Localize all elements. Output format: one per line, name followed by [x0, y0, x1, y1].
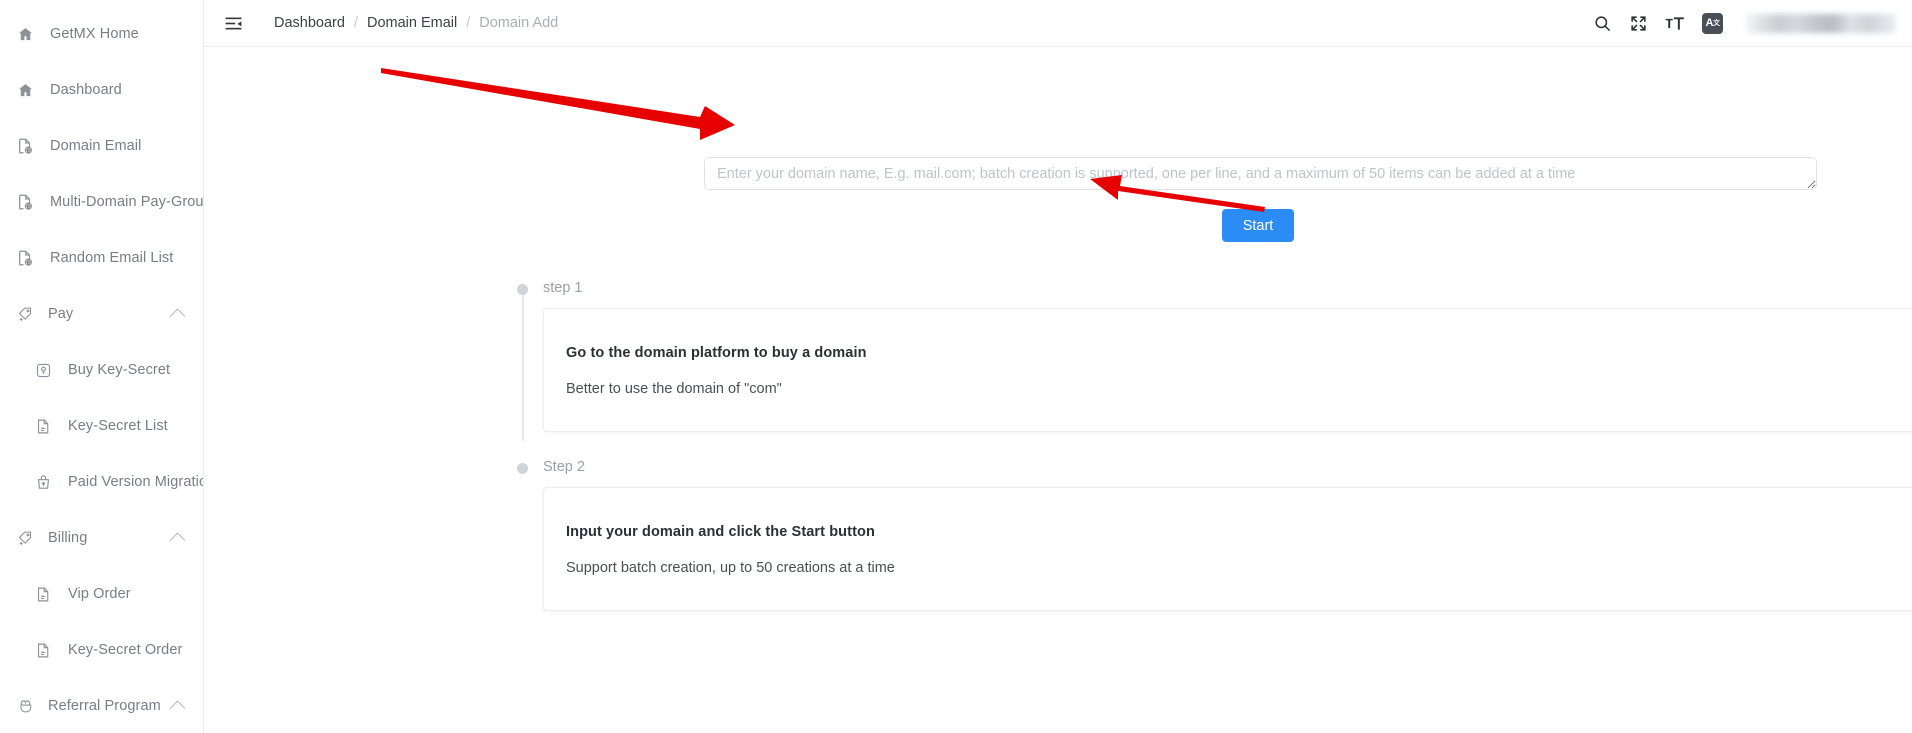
breadcrumb-separator: / [466, 15, 471, 31]
sidebar-item-label: Random Email List [50, 250, 174, 266]
sidebar: GetMX Home Dashboard Domain Email Multi-… [0, 0, 204, 733]
sidebar-item-paid-version-migration[interactable]: Paid Version Migration [0, 454, 203, 510]
main-area: Dashboard / Domain Email / Domain Add A … [204, 0, 1912, 733]
sidebar-item-label: Multi-Domain Pay-Group [50, 194, 204, 210]
topbar: Dashboard / Domain Email / Domain Add A … [204, 0, 1912, 47]
sidebar-item-label: Key-Secret Order [68, 642, 183, 658]
chevron-up-icon [169, 308, 186, 324]
tag-plus-icon [14, 527, 36, 549]
timeline-item-step-1: step 1 Go to the domain platform to buy … [517, 279, 1912, 441]
sidebar-item-label: Domain Email [50, 138, 142, 154]
sidebar-nav: GetMX Home Dashboard Domain Email Multi-… [0, 0, 203, 733]
timeline-item-step-2: Step 2 Input your domain and click the S… [517, 458, 1912, 611]
key-box-icon [32, 359, 54, 381]
chevron-up-icon [169, 700, 186, 716]
tag-plus-icon [14, 303, 36, 325]
home-icon [14, 23, 36, 45]
sidebar-item-label: Pay [48, 306, 74, 322]
chevron-up-icon [169, 532, 186, 548]
domain-input-wrap [704, 157, 1817, 195]
sidebar-item-label: Dashboard [50, 82, 122, 98]
start-button[interactable]: Start [1222, 209, 1294, 242]
document-check-icon [32, 583, 54, 605]
sidebar-item-key-secret-list[interactable]: Key-Secret List [0, 398, 203, 454]
content-area: Start step 1 Go to the domain platform t… [204, 47, 1912, 733]
sidebar-group-pay[interactable]: Pay [0, 286, 203, 342]
sidebar-item-label: Paid Version Migration [68, 474, 204, 490]
gift-icon [14, 695, 36, 717]
timeline-dot-icon [517, 463, 528, 474]
sidebar-item-label: Buy Key-Secret [68, 362, 171, 378]
sidebar-item-label: GetMX Home [50, 26, 139, 42]
domain-input[interactable] [704, 157, 1817, 190]
document-globe-icon [14, 135, 36, 157]
user-account-area[interactable] [1746, 13, 1896, 33]
menu-fold-icon[interactable] [220, 10, 246, 36]
breadcrumb-item-domain-email[interactable]: Domain Email [367, 15, 457, 31]
document-check-icon [32, 415, 54, 437]
home-icon [14, 79, 36, 101]
sidebar-group-billing[interactable]: Billing [0, 510, 203, 566]
breadcrumb-item-dashboard[interactable]: Dashboard [274, 15, 345, 31]
sidebar-item-getmx-home[interactable]: GetMX Home [0, 6, 203, 62]
sidebar-item-domain-email[interactable]: Domain Email [0, 118, 203, 174]
document-check-icon [32, 639, 54, 661]
document-globe-icon [14, 247, 36, 269]
bag-upload-icon [32, 471, 54, 493]
step-card: Go to the domain platform to buy a domai… [543, 308, 1912, 432]
sidebar-item-label: Billing [48, 530, 88, 546]
sidebar-item-multi-domain-pay-group[interactable]: Multi-Domain Pay-Group [0, 174, 203, 230]
sidebar-item-label: Referral Program [48, 698, 161, 714]
step-title: Go to the domain platform to buy a domai… [566, 345, 867, 361]
app-root: GetMX Home Dashboard Domain Email Multi-… [0, 0, 1912, 733]
step-description: Support batch creation, up to 50 creatio… [566, 560, 895, 576]
step-description: Better to use the domain of "com" [566, 381, 782, 397]
sidebar-item-random-email-list[interactable]: Random Email List [0, 230, 203, 286]
sidebar-item-label: Vip Order [68, 586, 131, 602]
sidebar-item-label: Key-Secret List [68, 418, 168, 434]
sidebar-group-referral-program[interactable]: Referral Program [0, 678, 203, 733]
breadcrumb-separator: / [353, 15, 358, 31]
fullscreen-icon[interactable] [1629, 14, 1648, 33]
translate-icon[interactable]: A文 [1702, 12, 1723, 34]
text-size-icon[interactable] [1665, 14, 1685, 33]
document-globe-icon [14, 191, 36, 213]
steps-timeline: step 1 Go to the domain platform to buy … [517, 279, 1912, 611]
step-label: Step 2 [543, 459, 585, 475]
topbar-actions: A文 [1593, 12, 1896, 34]
timeline-dot-icon [517, 284, 528, 295]
sidebar-item-vip-order[interactable]: Vip Order [0, 566, 203, 622]
sidebar-item-buy-key-secret[interactable]: Buy Key-Secret [0, 342, 203, 398]
step-label: step 1 [543, 280, 583, 296]
breadcrumb: Dashboard / Domain Email / Domain Add [274, 15, 558, 31]
translate-badge: 文 [1712, 19, 1720, 27]
breadcrumb-item-domain-add: Domain Add [479, 15, 559, 31]
timeline-connector [522, 295, 524, 441]
step-card: Input your domain and click the Start bu… [543, 487, 1912, 611]
translate-letter: A [1705, 16, 1714, 29]
step-title: Input your domain and click the Start bu… [566, 524, 875, 540]
sidebar-item-key-secret-order[interactable]: Key-Secret Order [0, 622, 203, 678]
sidebar-item-dashboard[interactable]: Dashboard [0, 62, 203, 118]
search-icon[interactable] [1593, 14, 1612, 33]
